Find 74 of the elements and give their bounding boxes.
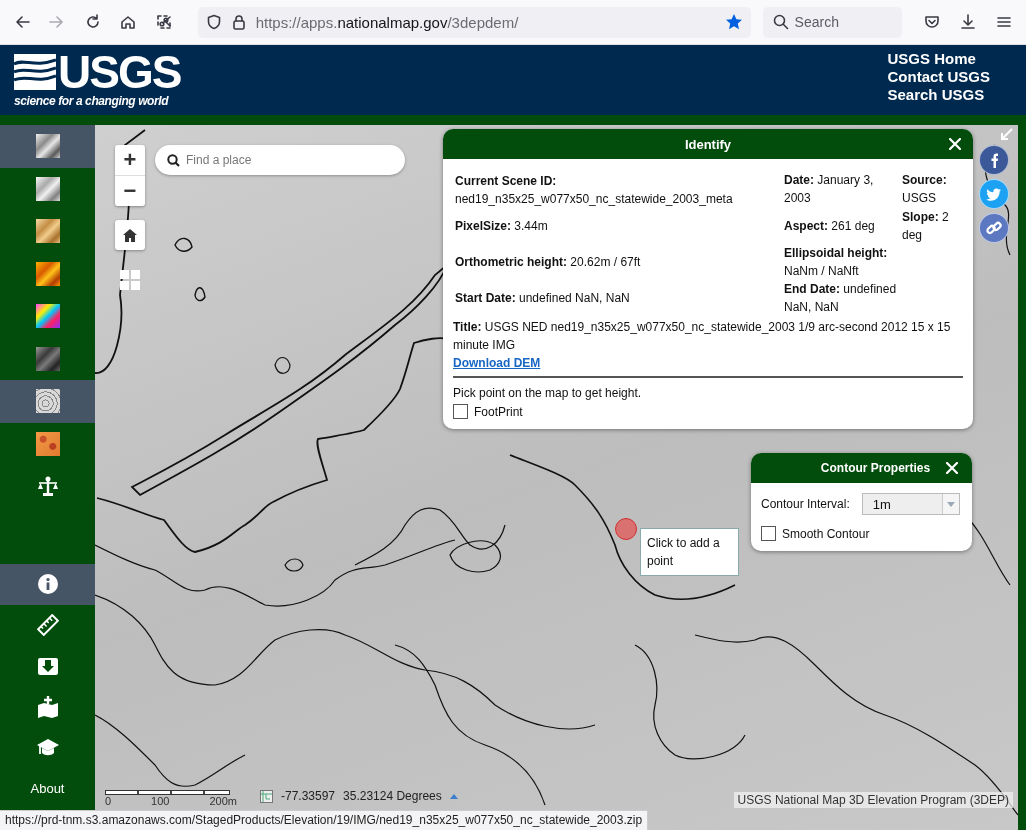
logo-tagline: science for a changing world [14, 94, 170, 108]
title-text: Title: USGS NED ned19_n35x25_w077x50_nc_statewide_2003 1/9 arc-second 2012 15 x 15 minute IMG [453, 319, 952, 354]
field-text: Slope: 2 deg [902, 209, 950, 244]
ruler-icon [36, 614, 59, 636]
close-icon[interactable] [946, 462, 958, 474]
scale-label: 200m [209, 795, 237, 808]
interval-dropdown[interactable]: 1m [861, 493, 960, 515]
layer-button[interactable] [0, 380, 95, 423]
header-link[interactable]: Contact USGS [887, 68, 990, 86]
close-icon[interactable] [949, 138, 961, 150]
terrain-thumbnail-icon [35, 261, 60, 286]
field-text: Orthometric height: 20.62m / 67ft [455, 254, 642, 271]
place-search-field[interactable]: Find a place [155, 145, 405, 175]
checkbox-label: Smooth Contour [782, 526, 870, 541]
field-label: Contour Interval: [761, 497, 850, 511]
field-text: Aspect: 261 deg [784, 218, 876, 235]
home-icon[interactable] [120, 14, 137, 30]
field-text: End Date: undefined NaN, NaN [784, 281, 898, 316]
layer-button[interactable] [0, 125, 95, 168]
terrain-thumbnail-icon [35, 219, 60, 244]
panel-title: Contour Properties [820, 461, 931, 475]
home-button[interactable] [115, 220, 145, 250]
header-link[interactable]: USGS Home [887, 50, 990, 68]
terrain-thumbnail-icon [35, 134, 60, 159]
panel-title: Identify [684, 136, 732, 152]
menu-icon[interactable] [996, 14, 1012, 30]
scale-label: 100 [151, 795, 170, 808]
info-icon [36, 573, 59, 595]
attribution-text: USGS National Map 3D Elevation Program (3DEP) [733, 792, 1013, 808]
header-link[interactable]: Search USGS [887, 86, 990, 104]
back-arrow-icon[interactable] [13, 14, 30, 30]
download-tray-icon [36, 655, 59, 677]
terrain-thumbnail-icon [35, 431, 60, 456]
shield-icon[interactable] [205, 14, 222, 30]
zoom-in-button[interactable]: + [115, 145, 145, 175]
field-text: Date: January 3, 2003 [784, 172, 875, 207]
bookmark-star-icon[interactable] [724, 13, 743, 31]
logo-wordmark: USGS [58, 51, 181, 93]
zoom-out-button[interactable]: − [115, 175, 145, 206]
map-tooltip: Click to add a point [640, 528, 739, 576]
terrain-thumbnail-icon [35, 304, 60, 329]
map-plus-icon [36, 696, 59, 718]
terrain-thumbnail-icon [35, 346, 60, 371]
field-text: Source: USGS [902, 172, 948, 207]
field-text: Start Date: undefined NaN, NaN [455, 290, 631, 307]
lock-icon[interactable] [231, 14, 246, 30]
balance-scale-icon [36, 475, 59, 498]
link-status-bar: https://prd-tnm.s3.amazonaws.com/StagedProducts/Elevation/19/IMG/ned19_n35x25_w077x50_nc_statewide_2003.zip [0, 810, 649, 830]
search-placeholder: Search [794, 14, 839, 30]
checkbox[interactable] [761, 526, 776, 541]
download-icon[interactable] [960, 14, 976, 30]
browser-search-field[interactable]: Search [762, 6, 902, 38]
coordinate-grid-icon[interactable] [260, 789, 273, 803]
terrain-thumbnail-icon [35, 176, 60, 201]
terrain-thumbnail-icon [35, 389, 60, 414]
about-button[interactable]: About [0, 768, 95, 809]
coordinate-text: 35.23124 Degrees [343, 789, 442, 803]
search-icon [772, 14, 789, 30]
reload-icon[interactable] [84, 14, 101, 30]
download-link[interactable]: Download DEM [453, 354, 541, 372]
shield-chevron-icon[interactable] [924, 14, 940, 30]
scale-label: 0 [105, 795, 112, 808]
wave-logo-icon [14, 54, 56, 90]
coordinate-text: -77.33597 [281, 789, 336, 803]
tool-button[interactable] [0, 563, 95, 605]
checkbox-label: FootPrint [474, 404, 523, 419]
dropdown-caret-icon [946, 501, 955, 507]
screenshot-icon[interactable] [155, 14, 172, 30]
house-icon [123, 228, 137, 242]
field-text: PixelSize: 3.44m [455, 218, 549, 235]
search-icon [167, 154, 180, 167]
field-text: Current Scene ID: ned19_n35x25_w077x50_nc_statewide_2003_meta [455, 172, 734, 208]
hint-text: Pick point on the map to get height. [453, 385, 643, 402]
checkbox[interactable] [453, 404, 468, 419]
